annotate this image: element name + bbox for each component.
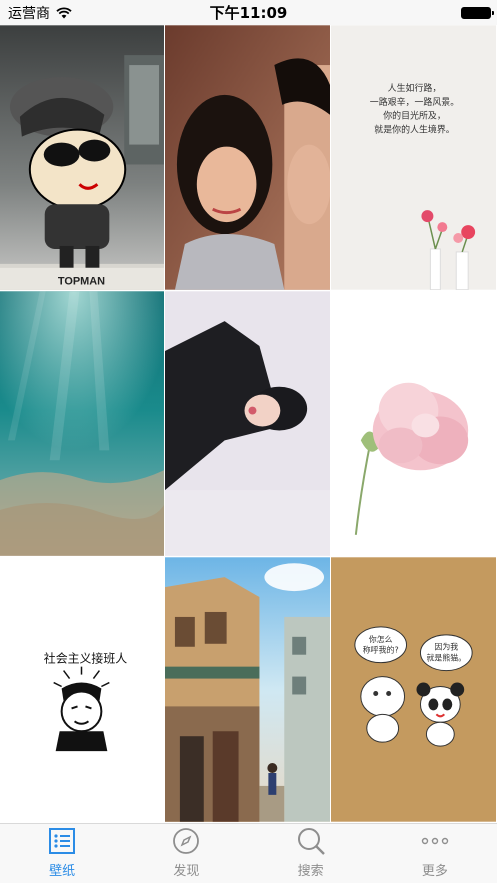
wallpaper-tile-anime-street[interactable] (165, 557, 331, 823)
tab-search[interactable]: 搜索 (249, 824, 373, 883)
wallpaper-movie-couple-image (165, 25, 330, 290)
wallpaper-tile-quote-flowers[interactable]: 人生如行路， 一路艰辛，一路风景。 你的目光所及， 就是你的人生境界。 (331, 25, 497, 291)
bubble-right-line-2: 就是熊猫。 (426, 653, 466, 663)
quote-line-2: 一路艰辛，一路风景。 (370, 96, 459, 108)
wallpaper-tile-movie-couple[interactable] (165, 25, 331, 291)
tab-bar: 壁纸 发现 搜索 更多 (0, 823, 497, 883)
quote-line-3: 你的目光所及， (383, 110, 446, 122)
status-left: 运营商 (8, 3, 72, 23)
wifi-icon (56, 6, 72, 18)
wallpaper-tile-girl-portrait[interactable] (165, 291, 331, 557)
battery-icon (461, 6, 494, 19)
bubble-right-line-1: 因为我 (434, 642, 458, 652)
tab-search-label: 搜索 (297, 864, 324, 879)
tab-more-label: 更多 (421, 864, 448, 879)
wallpaper-pink-flower-image (331, 291, 496, 556)
wallpaper-tile-cartoon-panda[interactable]: 你怎么 称呼我的? 因为我 就是熊猫。 (331, 557, 497, 823)
bubble-left-line-1: 你怎么 (369, 634, 393, 644)
tab-wallpaper[interactable]: 壁纸 (0, 824, 124, 883)
more-icon (418, 824, 452, 858)
tab-wallpaper-label: 壁纸 (49, 864, 76, 879)
wallpaper-tile-pink-flower[interactable] (331, 291, 497, 557)
status-bar: 运营商 下午11:09 (0, 0, 497, 25)
quote-line-1: 人生如行路， (388, 82, 442, 94)
wallpaper-cartoon-topman-image: TOPMAN (0, 25, 164, 290)
wallpaper-tile-cartoon-topman[interactable]: TOPMAN (0, 25, 165, 291)
wallpaper-cartoon-panda-image: 你怎么 称呼我的? 因为我 就是熊猫。 (331, 557, 496, 822)
list-icon (45, 824, 79, 858)
wallpaper-girl-portrait-image (165, 291, 330, 556)
topman-caption: TOPMAN (58, 276, 105, 288)
wallpaper-tile-underwater[interactable] (0, 291, 165, 557)
tab-discover[interactable]: 发现 (124, 824, 248, 883)
wallpaper-tile-socialism-successor[interactable]: 社会主义接班人 (0, 557, 165, 823)
wallpaper-socialism-successor-image: 社会主义接班人 (0, 557, 164, 822)
wallpaper-grid: TOPMAN 人生如行路， 一路艰辛，一路风景。 你的目光所及， 就是你的人生境… (0, 25, 497, 823)
search-icon (294, 824, 328, 858)
status-time: 下午11:09 (209, 4, 288, 22)
tab-discover-label: 发现 (173, 864, 200, 879)
tab-more[interactable]: 更多 (373, 824, 497, 883)
wallpaper-quote-flowers-image: 人生如行路， 一路艰辛，一路风景。 你的目光所及， 就是你的人生境界。 (331, 25, 496, 290)
quote-line-4: 就是你的人生境界。 (374, 124, 454, 136)
compass-icon (169, 824, 203, 858)
wallpaper-anime-street-image (165, 557, 330, 822)
carrier-label: 运营商 (8, 5, 50, 22)
successor-caption: 社会主义接班人 (44, 652, 127, 666)
wallpaper-underwater-image (0, 291, 164, 556)
bubble-left-line-2: 称呼我的? (363, 645, 399, 655)
